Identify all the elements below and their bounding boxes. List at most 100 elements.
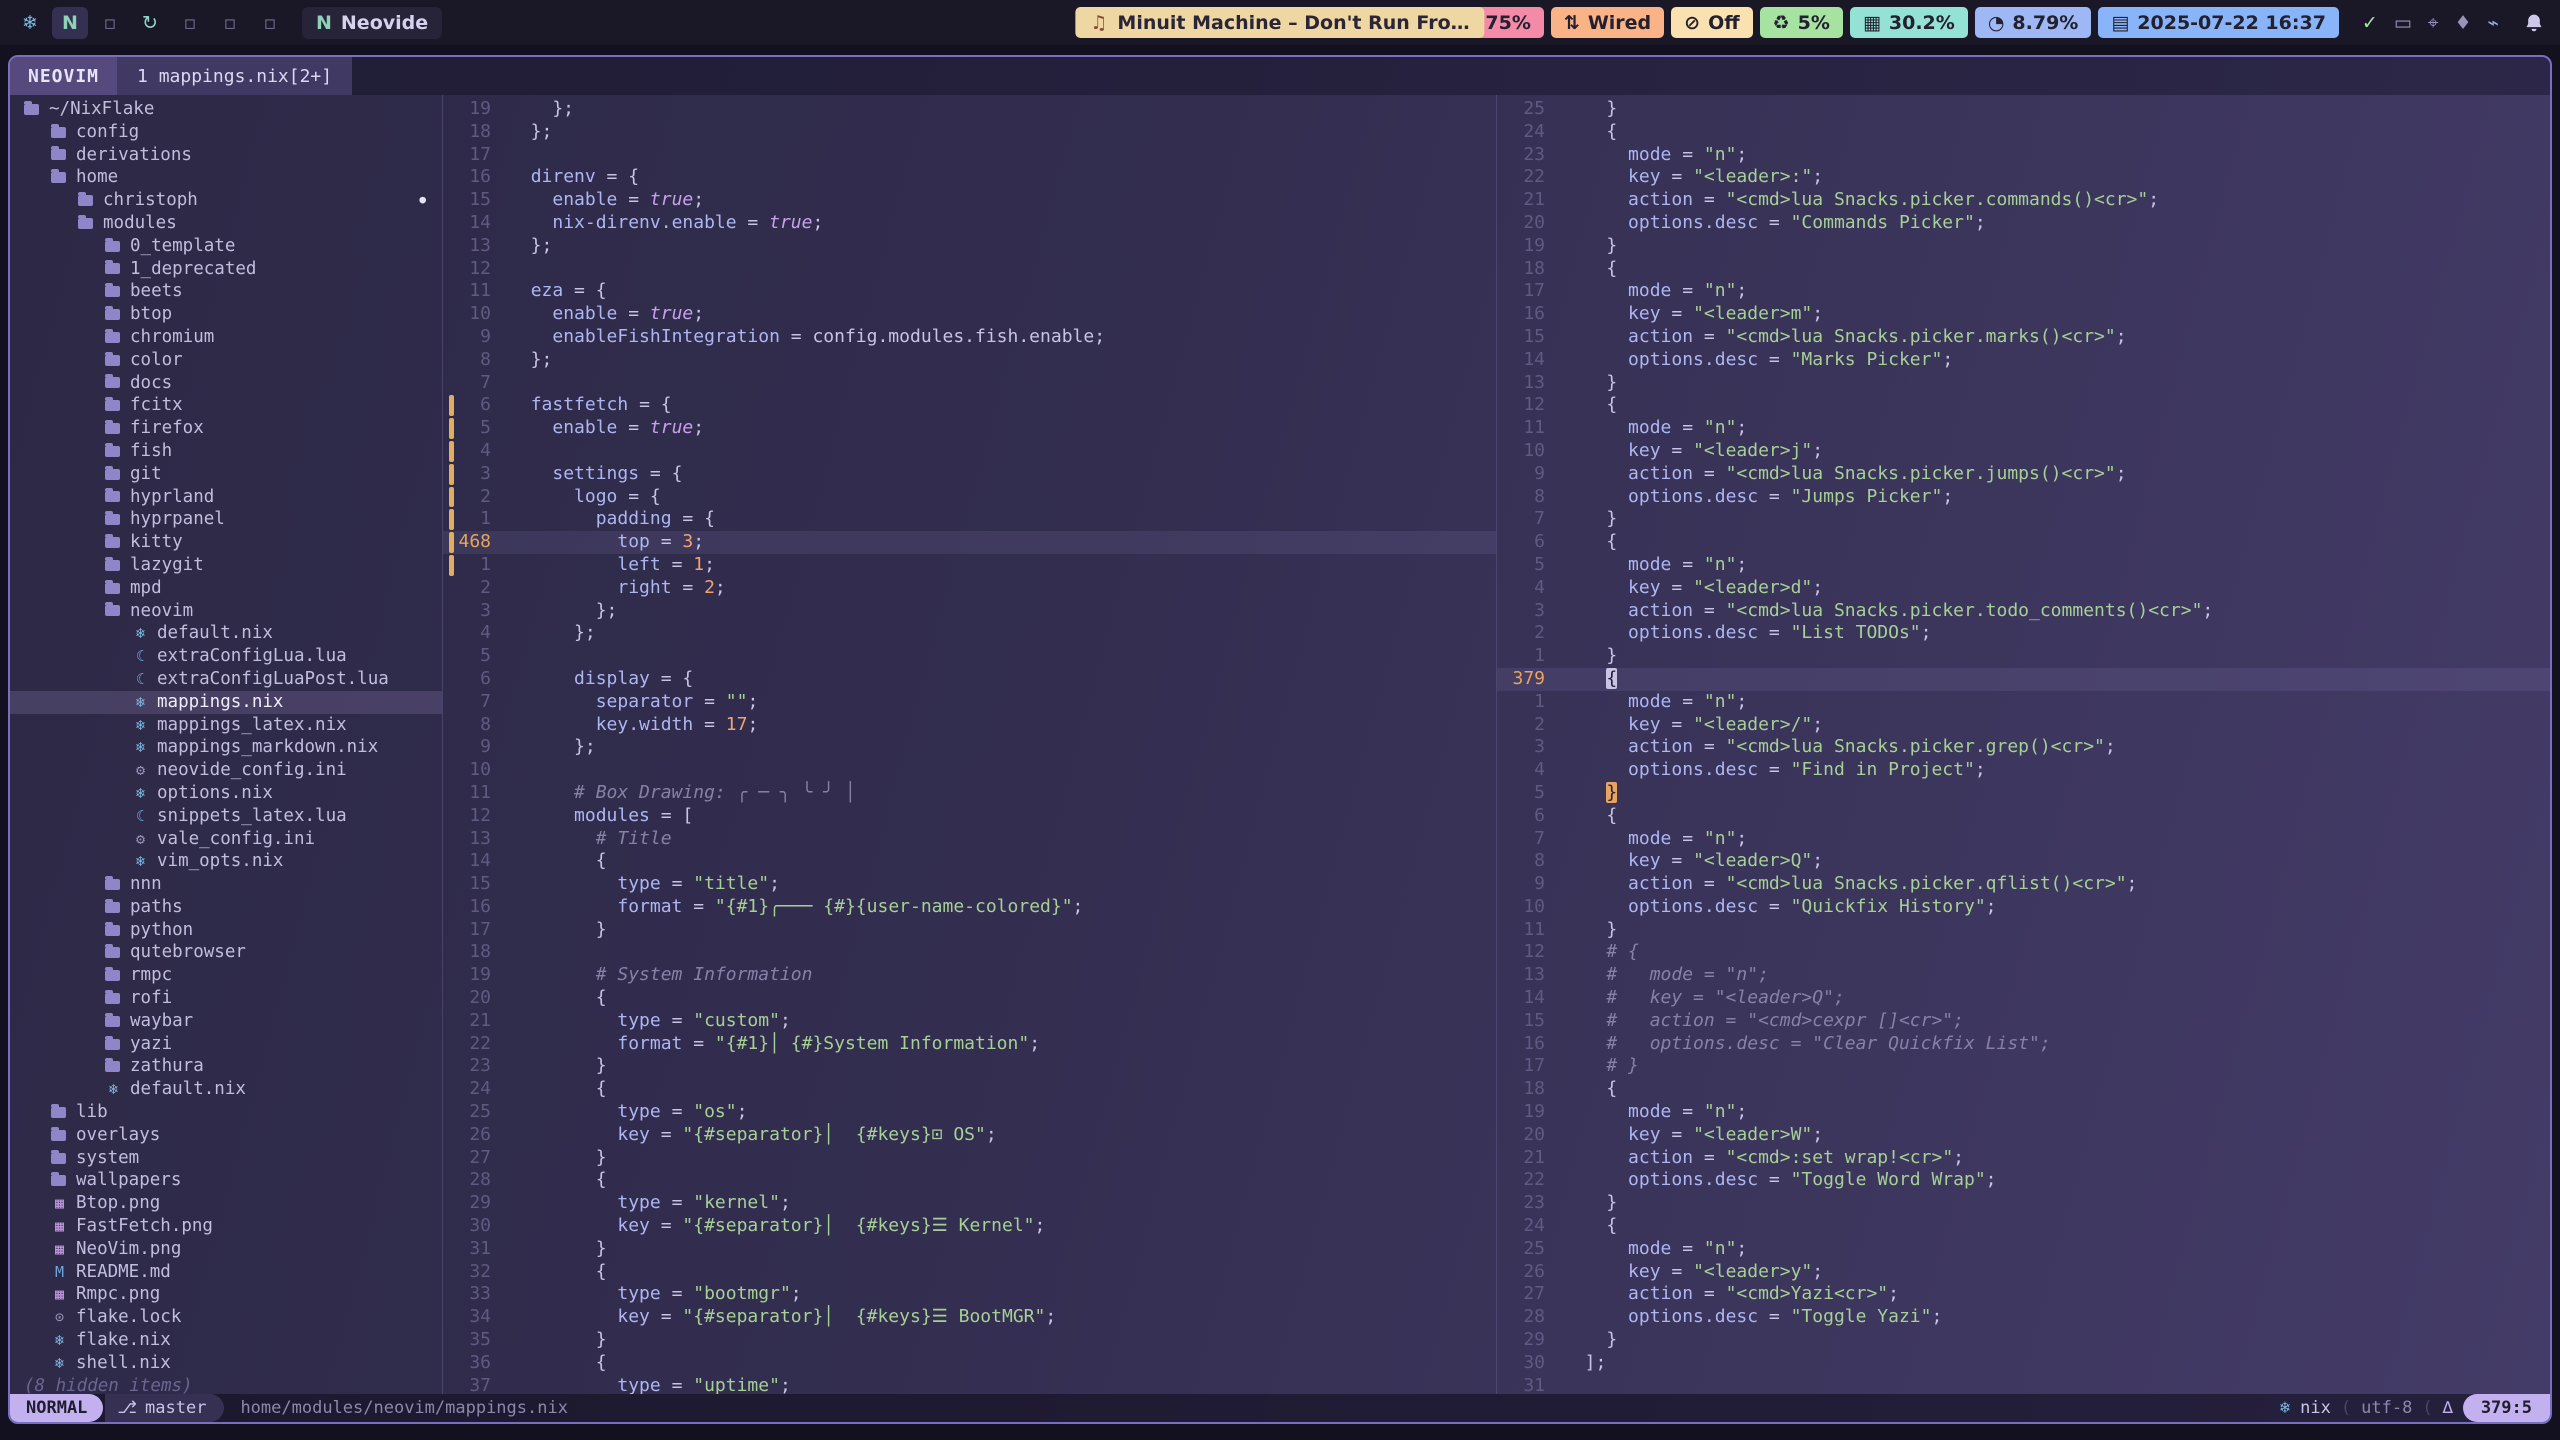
tab-mappings-nix[interactable]: 1 mappings.nix[2+] — [117, 57, 352, 95]
code-line[interactable]: 19 # System Information — [443, 964, 1496, 987]
code-line[interactable]: 21 action = "<cmd>lua Snacks.picker.comm… — [1497, 189, 2550, 212]
code-line[interactable]: 2 key = "<leader>/"; — [1497, 714, 2550, 737]
tree-item[interactable]: lib — [10, 1101, 442, 1124]
code-line[interactable]: 12 { — [1497, 394, 2550, 417]
code-line[interactable]: 10 enable = true; — [443, 303, 1496, 326]
code-line[interactable]: 4 }; — [443, 622, 1496, 645]
code-line[interactable]: 5 enable = true; — [443, 417, 1496, 440]
code-line[interactable]: 8 key = "<leader>Q"; — [1497, 850, 2550, 873]
code-line[interactable]: 3 }; — [443, 600, 1496, 623]
code-line[interactable]: 9 enableFishIntegration = config.modules… — [443, 326, 1496, 349]
tree-item[interactable]: ❄shell.nix — [10, 1352, 442, 1375]
tree-item[interactable]: ⚙vale_config.ini — [10, 828, 442, 851]
code-line[interactable]: 29 } — [1497, 1329, 2550, 1352]
network-widget[interactable]: ⇅Wired — [1551, 7, 1664, 38]
code-line[interactable]: 22 format = "{#1}│ {#}System Information… — [443, 1033, 1496, 1056]
code-line[interactable]: 7 } — [1497, 508, 2550, 531]
code-line[interactable]: 27 } — [443, 1147, 1496, 1170]
code-line[interactable]: 31 } — [443, 1238, 1496, 1261]
code-line[interactable]: 3 settings = { — [443, 463, 1496, 486]
code-line[interactable]: 24 { — [443, 1078, 1496, 1101]
code-line[interactable]: 14 # key = "<leader>Q"; — [1497, 987, 2550, 1010]
tree-item[interactable]: python — [10, 919, 442, 942]
code-line[interactable]: 21 action = "<cmd>:set wrap!<cr>"; — [1497, 1147, 2550, 1170]
code-line[interactable]: 25 } — [1497, 98, 2550, 121]
tree-item[interactable]: docs — [10, 372, 442, 395]
code-line[interactable]: 28 options.desc = "Toggle Yazi"; — [1497, 1306, 2550, 1329]
media-player-widget[interactable]: ♫ Minuit Machine – Don't Run Fro… — [1075, 7, 1484, 38]
editor-pane-right[interactable]: 25 }24 {23 mode = "n";22 key = "<leader>… — [1496, 95, 2550, 1394]
code-line[interactable]: 6 fastfetch = { — [443, 394, 1496, 417]
code-line[interactable]: 4 — [443, 440, 1496, 463]
code-line[interactable]: 5 } — [1497, 782, 2550, 805]
tree-item[interactable]: ☾extraConfigLuaPost.lua — [10, 668, 442, 691]
code-line[interactable]: 7 separator = ""; — [443, 691, 1496, 714]
code-line[interactable]: 13 }; — [443, 235, 1496, 258]
tree-item[interactable]: paths — [10, 896, 442, 919]
code-line[interactable]: 32 { — [443, 1261, 1496, 1284]
code-line[interactable]: 25 type = "os"; — [443, 1101, 1496, 1124]
memory-widget[interactable]: ▦30.2% — [1850, 7, 1968, 38]
code-line[interactable]: 7 mode = "n"; — [1497, 828, 2550, 851]
tree-item[interactable]: lazygit — [10, 554, 442, 577]
tree-item[interactable]: hyprpanel — [10, 508, 442, 531]
code-line[interactable]: 23 mode = "n"; — [1497, 144, 2550, 167]
tree-item[interactable]: ❄mappings_markdown.nix — [10, 736, 442, 759]
tree-item[interactable]: config — [10, 121, 442, 144]
tree-item[interactable]: ❄default.nix — [10, 1078, 442, 1101]
tree-item[interactable]: ⚙neovide_config.ini — [10, 759, 442, 782]
clock-widget[interactable]: ▤2025-07-22 16:37 — [2098, 7, 2339, 38]
code-line[interactable]: 17 # } — [1497, 1055, 2550, 1078]
tree-item[interactable]: git — [10, 463, 442, 486]
code-line[interactable]: 8 }; — [443, 349, 1496, 372]
code-line[interactable]: 19 } — [1497, 235, 2550, 258]
tree-item[interactable]: ❄options.nix — [10, 782, 442, 805]
code-line[interactable]: 18 { — [1497, 258, 2550, 281]
tree-item[interactable]: ~/NixFlake — [10, 98, 442, 121]
notification-button[interactable] — [2516, 13, 2548, 33]
code-line[interactable]: 8 key.width = 17; — [443, 714, 1496, 737]
code-line[interactable]: 1 } — [1497, 645, 2550, 668]
code-line[interactable]: 12 — [443, 258, 1496, 281]
tree-item[interactable]: system — [10, 1147, 442, 1170]
code-line[interactable]: 6 { — [1497, 531, 2550, 554]
workspace-4[interactable]: ↻ — [132, 7, 168, 39]
code-line[interactable]: 4 options.desc = "Find in Project"; — [1497, 759, 2550, 782]
code-line[interactable]: 35 } — [443, 1329, 1496, 1352]
tree-item[interactable]: nnn — [10, 873, 442, 896]
code-line[interactable]: 13 # mode = "n"; — [1497, 964, 2550, 987]
code-line[interactable]: 34 key = "{#separator}│ {#keys}☰ BootMGR… — [443, 1306, 1496, 1329]
workspace-2[interactable]: N — [52, 7, 88, 39]
code-line[interactable]: 16 format = "{#1}╭─── {#}{user-name-colo… — [443, 896, 1496, 919]
tree-item[interactable]: mpd — [10, 577, 442, 600]
code-line[interactable]: 16 # options.desc = "Clear Quickfix List… — [1497, 1033, 2550, 1056]
tree-item[interactable]: ▦Btop.png — [10, 1192, 442, 1215]
code-line[interactable]: 1 padding = { — [443, 508, 1496, 531]
code-line[interactable]: 21 type = "custom"; — [443, 1010, 1496, 1033]
code-line[interactable]: 30 ]; — [1497, 1352, 2550, 1375]
code-line[interactable]: 6 { — [1497, 805, 2550, 828]
code-line[interactable]: 20 key = "<leader>W"; — [1497, 1124, 2550, 1147]
tree-item[interactable]: btop — [10, 303, 442, 326]
code-line[interactable]: 5 — [443, 645, 1496, 668]
tree-item[interactable]: ❄vim_opts.nix — [10, 850, 442, 873]
code-line[interactable]: 15 action = "<cmd>lua Snacks.picker.mark… — [1497, 326, 2550, 349]
tree-item[interactable]: neovim — [10, 600, 442, 623]
code-line[interactable]: 15 # action = "<cmd>cexpr []<cr>"; — [1497, 1010, 2550, 1033]
tree-item[interactable]: 0_template — [10, 235, 442, 258]
tree-item[interactable]: rmpc — [10, 964, 442, 987]
code-line[interactable]: 22 key = "<leader>:"; — [1497, 166, 2550, 189]
code-line[interactable]: 10 key = "<leader>j"; — [1497, 440, 2550, 463]
code-line[interactable]: 7 — [443, 372, 1496, 395]
tree-item[interactable]: fcitx — [10, 394, 442, 417]
code-line[interactable]: 6 display = { — [443, 668, 1496, 691]
code-line[interactable]: 33 type = "bootmgr"; — [443, 1283, 1496, 1306]
code-line[interactable]: 17 } — [443, 919, 1496, 942]
workspace-6[interactable]: ▫ — [212, 7, 248, 39]
code-line[interactable]: 31 — [1497, 1375, 2550, 1394]
tree-item[interactable]: ⊙flake.lock — [10, 1306, 442, 1329]
code-line[interactable]: 3 action = "<cmd>lua Snacks.picker.todo_… — [1497, 600, 2550, 623]
tree-item[interactable]: wallpapers — [10, 1169, 442, 1192]
code-line[interactable]: 10 — [443, 759, 1496, 782]
code-line[interactable]: 11 } — [1497, 919, 2550, 942]
